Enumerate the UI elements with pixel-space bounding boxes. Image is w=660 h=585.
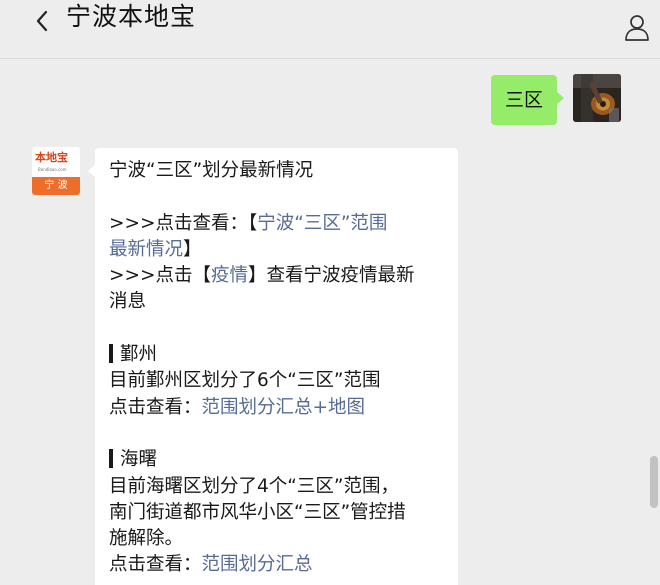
link-range-latest[interactable]: 宁波“三区”范围 xyxy=(257,213,387,234)
outgoing-message-bubble[interactable]: 三区 xyxy=(491,75,564,125)
message-title: 宁波“三区”划分最新情况 xyxy=(109,160,314,181)
chevron-left-icon[interactable] xyxy=(30,8,56,34)
section-haishu-heading: 海曙 xyxy=(109,447,449,473)
user-avatar-image xyxy=(573,74,621,122)
scrollbar[interactable] xyxy=(650,456,658,508)
chat-title: 宁波本地宝 xyxy=(66,2,197,31)
person-icon[interactable] xyxy=(622,12,652,42)
link-row-1: >>>点击查看：【宁波“三区”范围 xyxy=(109,212,388,234)
link-haishu-summary[interactable]: 范围划分汇总 xyxy=(202,554,313,575)
section-yinzhou-link-row: 点击查看：范围划分汇总+地图 xyxy=(109,396,366,418)
logo-city: 宁 波 xyxy=(32,177,80,195)
link-yinzhou-summary-map[interactable]: 范围划分汇总+地图 xyxy=(202,397,366,418)
section-yinzhou-heading: 鄞州 xyxy=(109,342,449,368)
chat-header: 宁波本地宝 xyxy=(0,0,660,59)
section-haishu-desc-3: 施解除。 xyxy=(109,528,184,550)
link-row-2: >>>点击【疫情】查看宁波疫情最新 xyxy=(109,265,415,287)
chat-window: 宁波本地宝 三区 本地宝 Bendibao.com 宁 波 宁波“三区”划分最新… xyxy=(0,0,660,585)
link-epidemic[interactable]: 疫情 xyxy=(211,265,248,286)
section-marker xyxy=(109,344,113,364)
official-account-avatar[interactable]: 本地宝 Bendibao.com 宁 波 xyxy=(32,147,80,195)
link-row-2-cont: 消息 xyxy=(109,291,147,313)
outgoing-message-text: 三区 xyxy=(504,89,543,111)
section-haishu-link-row: 点击查看：范围划分汇总 xyxy=(109,554,313,576)
incoming-message-bubble: 宁波“三区”划分最新情况 >>>点击查看：【宁波“三区”范围 最新情况】 >>>… xyxy=(88,148,458,585)
user-avatar[interactable] xyxy=(573,74,621,122)
section-haishu-desc-2: 南门街道都市风华小区“三区”管控措 xyxy=(109,501,406,523)
message-content: 宁波“三区”划分最新情况 >>>点击查看：【宁波“三区”范围 最新情况】 >>>… xyxy=(109,158,449,579)
section-haishu-desc-1: 目前海曙区划分了4个“三区”范围， xyxy=(109,475,399,497)
logo-brand: 本地宝 Bendibao.com xyxy=(32,147,80,177)
section-yinzhou-desc: 目前鄞州区划分了6个“三区”范围 xyxy=(109,370,381,392)
link-range-latest-cont[interactable]: 最新情况 xyxy=(109,239,183,260)
link-row-1-cont: 最新情况】 xyxy=(109,238,202,260)
section-marker xyxy=(109,449,113,469)
